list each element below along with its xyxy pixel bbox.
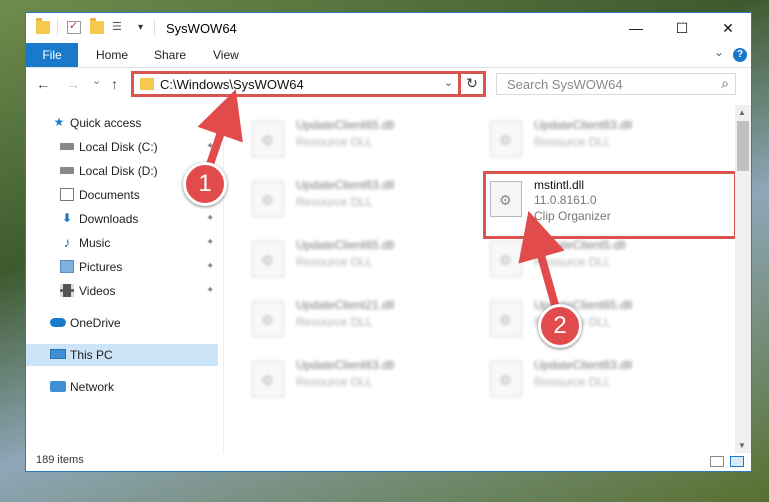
callout-1: 1 bbox=[183, 162, 227, 206]
arrow-2 bbox=[518, 210, 565, 309]
annotation-arrows bbox=[197, 89, 565, 309]
callout-2: 2 bbox=[538, 304, 582, 348]
arrow-1 bbox=[197, 89, 243, 174]
